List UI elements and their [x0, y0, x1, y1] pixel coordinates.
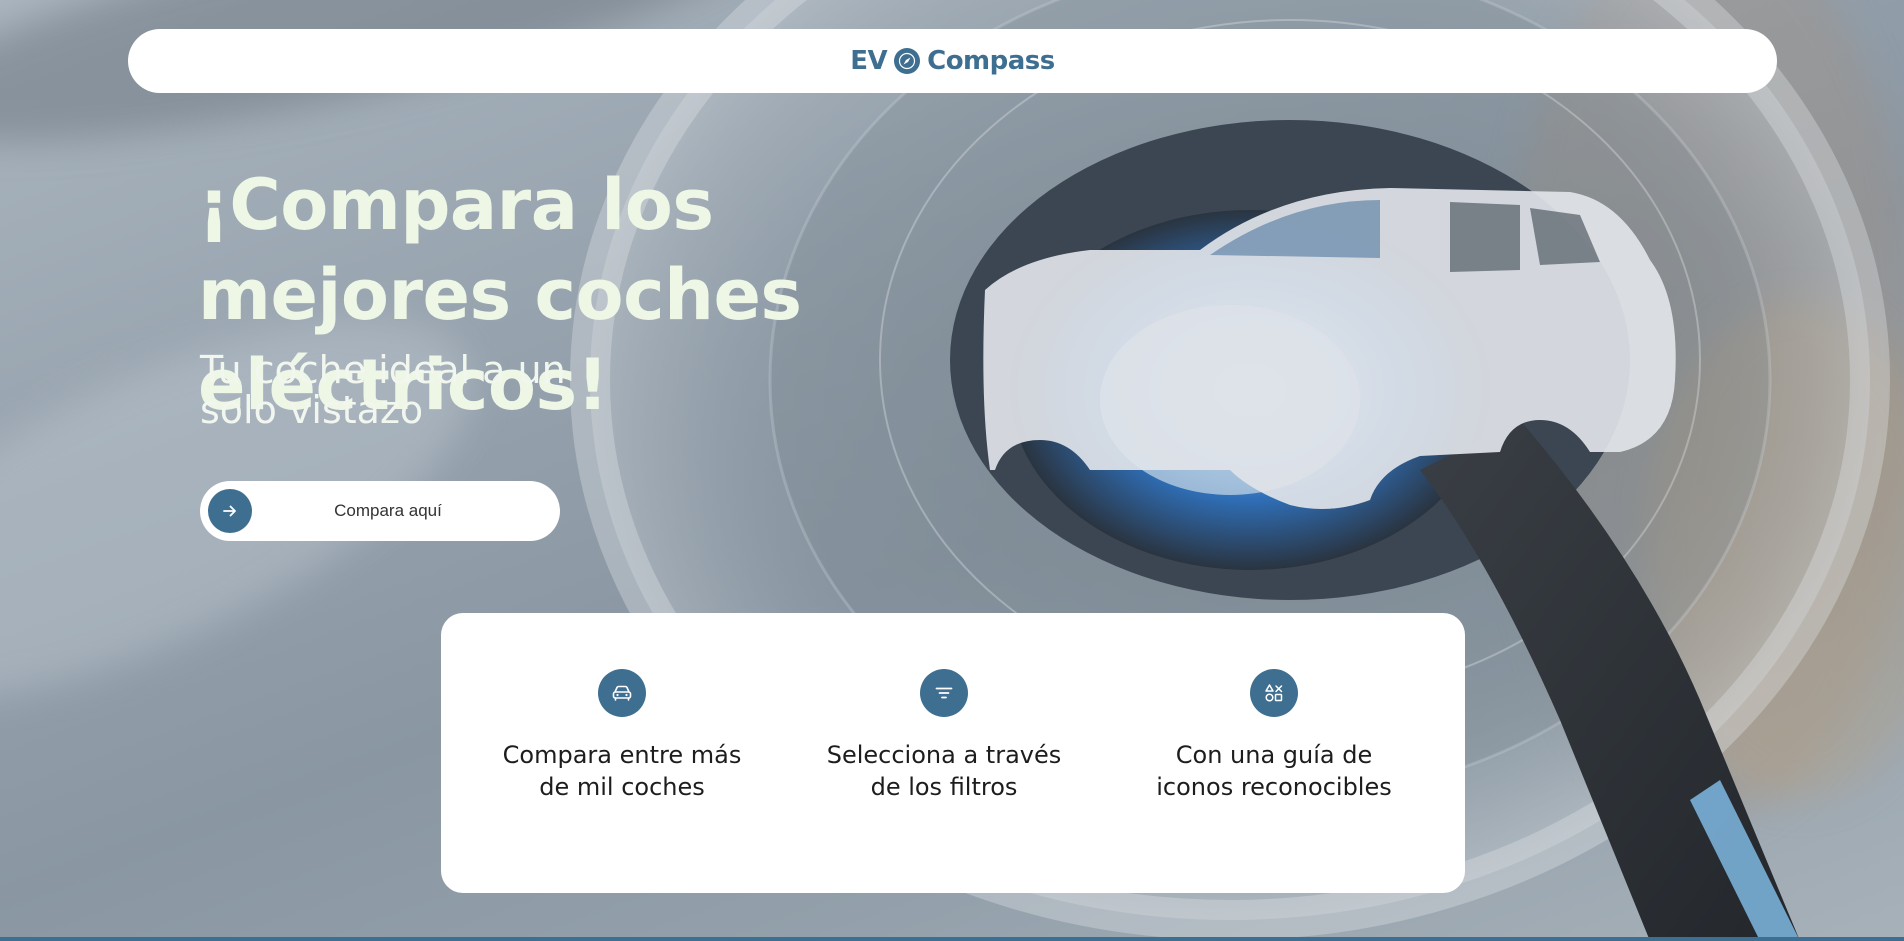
top-navbar: EV Compass [128, 29, 1777, 93]
brand-name-right: Compass [927, 46, 1055, 76]
car-icon [598, 669, 646, 717]
arrow-right-icon [208, 489, 252, 533]
filter-icon [920, 669, 968, 717]
feature-icon-guide: Con una guía de iconos reconocibles [1154, 669, 1394, 803]
shapes-icon [1250, 669, 1298, 717]
feature-text: Selecciona a través de los filtros [826, 741, 1062, 801]
feature-text: Con una guía de iconos reconocibles [1156, 741, 1392, 801]
feature-compare: Compara entre más de mil coches [502, 669, 742, 803]
brand-name-left: EV [850, 46, 888, 76]
next-section-edge [0, 937, 1904, 941]
hero-subtitle: Tu coche ideal a un solo vistazo [200, 348, 566, 432]
features-card: Compara entre más de mil coches Seleccio… [441, 613, 1465, 893]
brand-logo[interactable]: EV Compass [850, 46, 1055, 76]
cta-label: Compara aquí [334, 501, 442, 520]
feature-filters: Selecciona a través de los filtros [824, 669, 1064, 803]
compass-icon [894, 48, 921, 74]
feature-text: Compara entre más de mil coches [502, 741, 742, 801]
compare-cta-button[interactable]: Compara aquí [200, 481, 560, 541]
